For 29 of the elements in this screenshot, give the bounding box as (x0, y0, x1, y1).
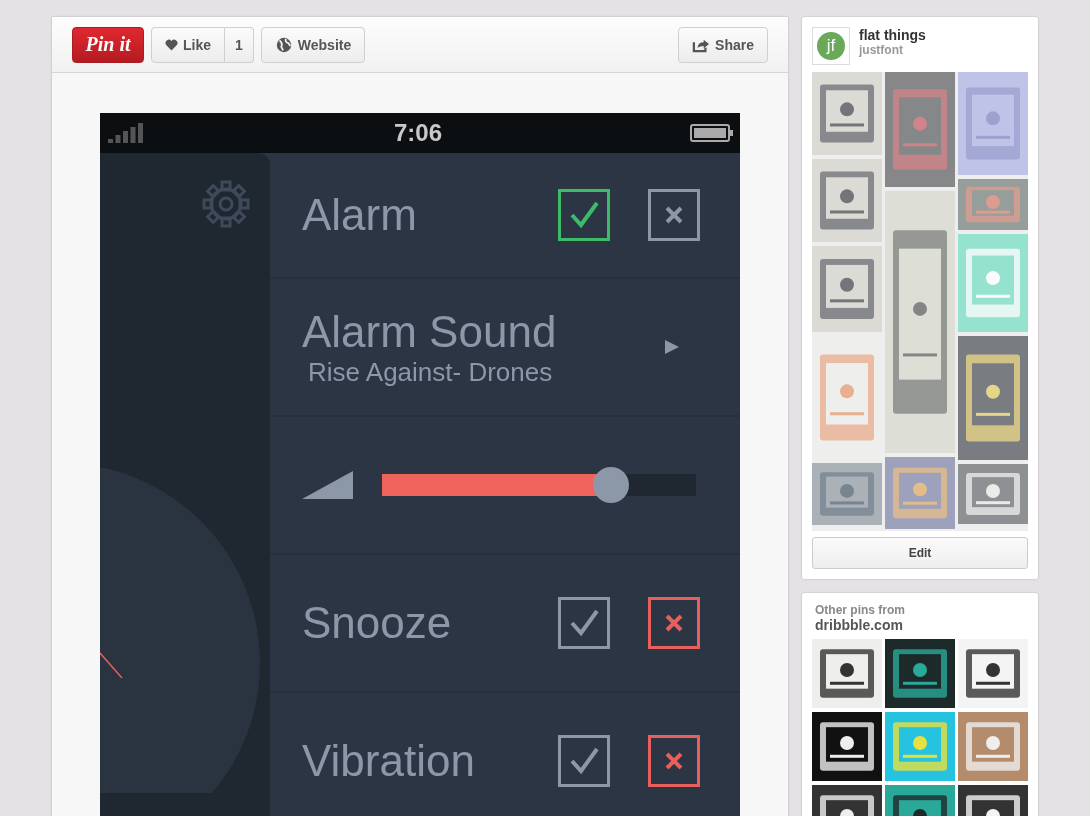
website-button[interactable]: Website (260, 26, 366, 63)
like-button[interactable]: Like (151, 26, 225, 63)
source-link[interactable]: dribbble.com (812, 617, 1028, 633)
heart-icon (165, 38, 178, 51)
battery-icon (690, 124, 734, 142)
volume-icon (302, 470, 354, 500)
edit-button[interactable]: Edit (812, 537, 1028, 569)
signal-icon (108, 123, 146, 143)
setting-label: Alarm (302, 190, 417, 240)
cross-box[interactable] (648, 189, 700, 241)
other-pins-heading: Other pins from (814, 603, 906, 617)
play-icon[interactable] (664, 339, 680, 355)
track-name: Rise Against- Drones (307, 356, 554, 388)
share-button[interactable]: Share (678, 26, 768, 63)
setting-label: Snooze (302, 598, 452, 648)
check-box[interactable] (558, 597, 610, 649)
setting-label: Alarm Sound (302, 306, 557, 357)
status-time: 7:06 (393, 119, 442, 147)
check-box[interactable] (558, 189, 610, 241)
cross-box[interactable] (648, 597, 700, 649)
like-count: 1 (225, 26, 254, 63)
setting-label: Vibration (302, 736, 475, 786)
volume-slider[interactable] (382, 467, 696, 503)
board-title[interactable]: flat things (859, 27, 926, 43)
check-box[interactable] (558, 735, 610, 787)
pin-it-button[interactable]: Pin it (72, 26, 144, 63)
cross-box[interactable] (648, 735, 700, 787)
slider-thumb[interactable] (593, 467, 630, 503)
globe-icon (274, 35, 293, 54)
